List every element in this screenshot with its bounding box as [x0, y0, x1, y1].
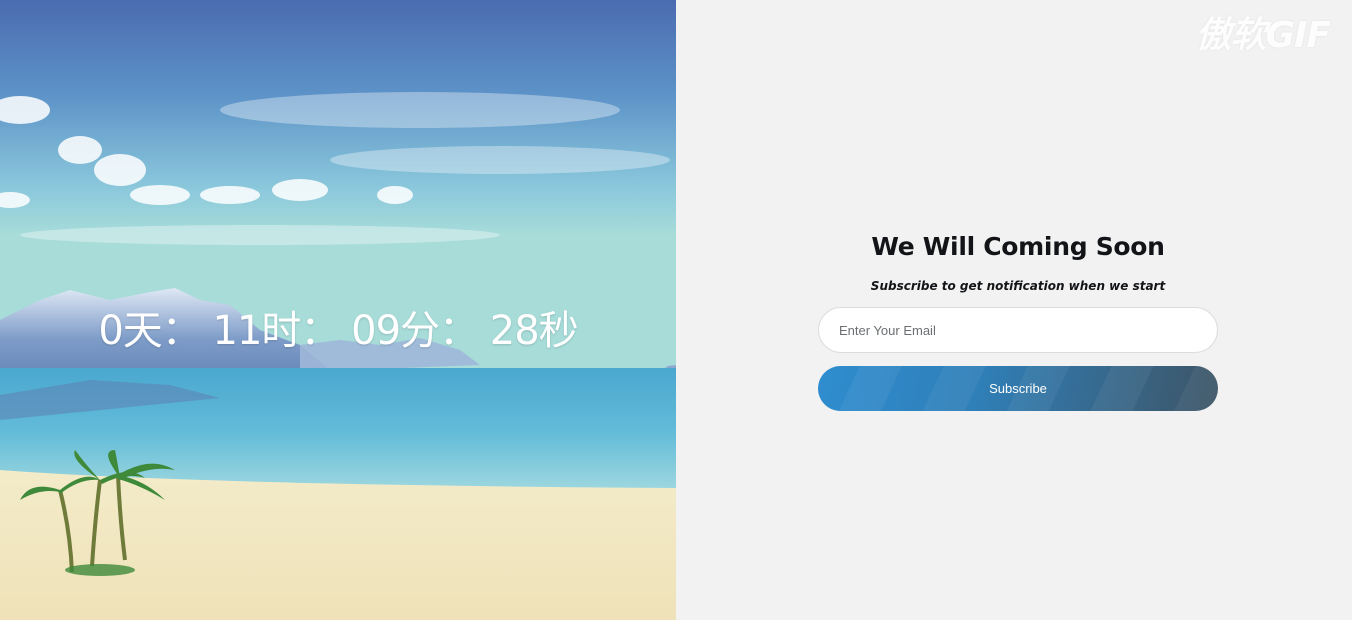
subscribe-button-label: Subscribe: [989, 381, 1047, 396]
page-subtitle: Subscribe to get notification when we st…: [870, 279, 1166, 293]
countdown-minutes: 09: [351, 308, 401, 354]
email-field[interactable]: [818, 307, 1218, 353]
countdown-seconds-unit: 秒: [538, 308, 579, 354]
page-title: We Will Coming Soon: [871, 232, 1165, 261]
countdown-hours: 11: [212, 308, 263, 354]
countdown-days-unit: 天：: [122, 308, 202, 354]
subscribe-button[interactable]: Subscribe: [818, 366, 1218, 411]
beach-background-image: 0天： 11时： 09分： 28秒: [0, 0, 676, 620]
watermark-logo: 傲软GIF: [1195, 15, 1331, 56]
subscribe-form: We Will Coming Soon Subscribe to get not…: [818, 232, 1218, 411]
subscribe-panel: 傲软GIF We Will Coming Soon Subscribe to g…: [676, 0, 1352, 620]
countdown-timer: 0天： 11时： 09分： 28秒: [0, 298, 676, 356]
countdown-minutes-unit: 分：: [400, 308, 479, 354]
countdown-days: 0: [98, 308, 123, 354]
countdown-seconds: 28: [489, 308, 540, 354]
countdown-hours-unit: 时：: [261, 308, 340, 354]
